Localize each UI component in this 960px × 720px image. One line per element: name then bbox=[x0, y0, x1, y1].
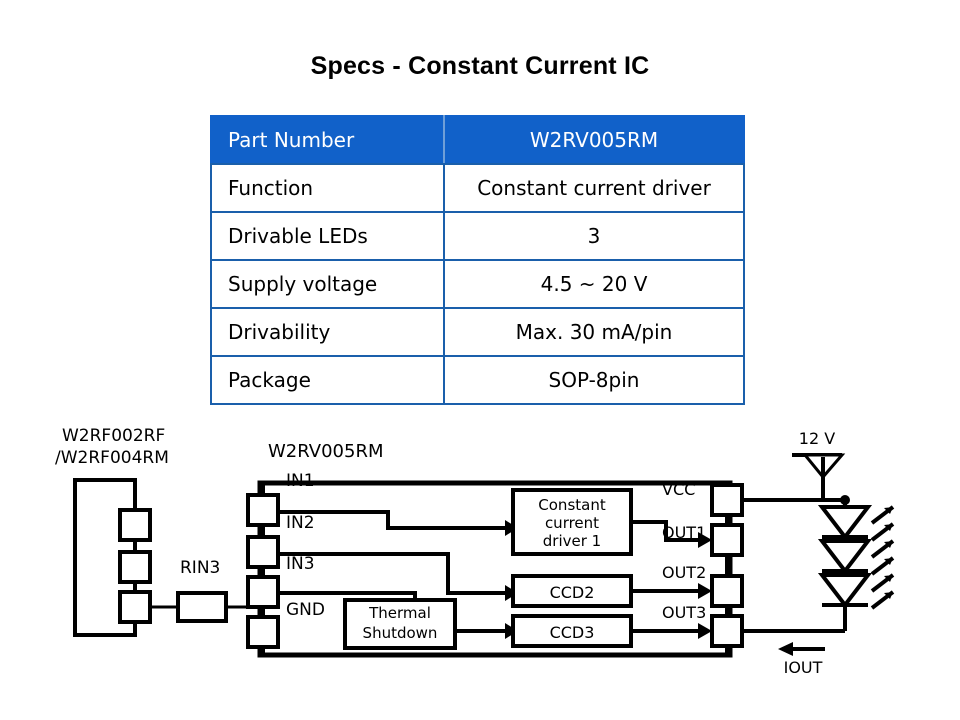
spec-label-part-number: Part Number bbox=[210, 115, 445, 165]
led-symbol-1 bbox=[817, 505, 895, 542]
ccd2-block: CCD2 bbox=[511, 574, 633, 608]
spec-label-function: Function bbox=[210, 163, 445, 213]
driver1-label-line2: current bbox=[545, 514, 599, 532]
spec-label-drivable-leds: Drivable LEDs bbox=[210, 211, 445, 261]
wire-ccd2-to-out2 bbox=[631, 583, 712, 599]
wire-ccd3-to-out3 bbox=[631, 623, 712, 639]
spec-label-supply-voltage: Supply voltage bbox=[210, 259, 445, 309]
spec-table: Part Number W2RV005RM Function Constant … bbox=[210, 115, 745, 405]
spec-value-drivable-leds: 3 bbox=[443, 211, 745, 261]
constant-current-driver-block: Constant current driver 1 bbox=[511, 488, 633, 556]
ccd3-label: CCD3 bbox=[550, 623, 595, 642]
spec-label-package: Package bbox=[210, 355, 445, 405]
pin-label-vcc: VCC bbox=[662, 480, 695, 499]
table-row: Drivability Max. 30 mA/pin bbox=[210, 307, 745, 357]
spec-label-drivability: Drivability bbox=[210, 307, 445, 357]
driver1-label-line3: driver 1 bbox=[543, 532, 601, 550]
left-module-label-line2: /W2RF004RM bbox=[55, 448, 169, 468]
thermal-shutdown-label-line2: Shutdown bbox=[363, 624, 438, 642]
spec-value-function: Constant current driver bbox=[443, 163, 745, 213]
iout-arrow-icon bbox=[778, 642, 825, 656]
pin-label-out3: OUT3 bbox=[662, 603, 706, 622]
resistor-label: RIN3 bbox=[180, 558, 220, 578]
thermal-shutdown-block: Thermal Shutdown bbox=[343, 598, 457, 650]
pin-label-in2: IN2 bbox=[286, 513, 315, 533]
ccd2-label: CCD2 bbox=[550, 583, 595, 602]
spec-value-package: SOP-8pin bbox=[443, 355, 745, 405]
table-row: Part Number W2RV005RM bbox=[210, 115, 745, 165]
left-module-pins bbox=[118, 508, 152, 624]
pin-label-in3: IN3 bbox=[286, 554, 315, 574]
rin3-resistor bbox=[150, 591, 255, 623]
thermal-shutdown-label-line1: Thermal bbox=[368, 604, 431, 622]
table-row: Drivable LEDs 3 bbox=[210, 211, 745, 261]
ic-label: W2RV005RM bbox=[268, 441, 383, 462]
page-title: Specs - Constant Current IC bbox=[310, 52, 650, 80]
supply-voltage-label: 12 V bbox=[799, 429, 835, 448]
spec-value-part-number: W2RV005RM bbox=[443, 115, 745, 165]
table-row: Package SOP-8pin bbox=[210, 355, 745, 405]
block-diagram: W2RF002RF /W2RF004RM RIN3 W2RV005RM IN1 … bbox=[0, 415, 960, 705]
spec-value-supply-voltage: 4.5 ~ 20 V bbox=[443, 259, 745, 309]
led-symbol-2 bbox=[817, 539, 895, 576]
left-module-label-line1: W2RF002RF bbox=[62, 426, 165, 446]
spec-value-drivability: Max. 30 mA/pin bbox=[443, 307, 745, 357]
iout-label: IOUT bbox=[784, 658, 823, 677]
table-row: Supply voltage 4.5 ~ 20 V bbox=[210, 259, 745, 309]
driver1-label-line1: Constant bbox=[538, 496, 606, 514]
led-symbol-3 bbox=[817, 573, 895, 610]
pin-label-gnd: GND bbox=[286, 600, 325, 620]
pin-label-in1: IN1 bbox=[286, 471, 315, 491]
pin-label-out1: OUT1 bbox=[662, 523, 706, 542]
supply-source-icon bbox=[792, 453, 846, 500]
pin-label-out2: OUT2 bbox=[662, 563, 706, 582]
ccd3-block: CCD3 bbox=[511, 614, 633, 648]
table-row: Function Constant current driver bbox=[210, 163, 745, 213]
